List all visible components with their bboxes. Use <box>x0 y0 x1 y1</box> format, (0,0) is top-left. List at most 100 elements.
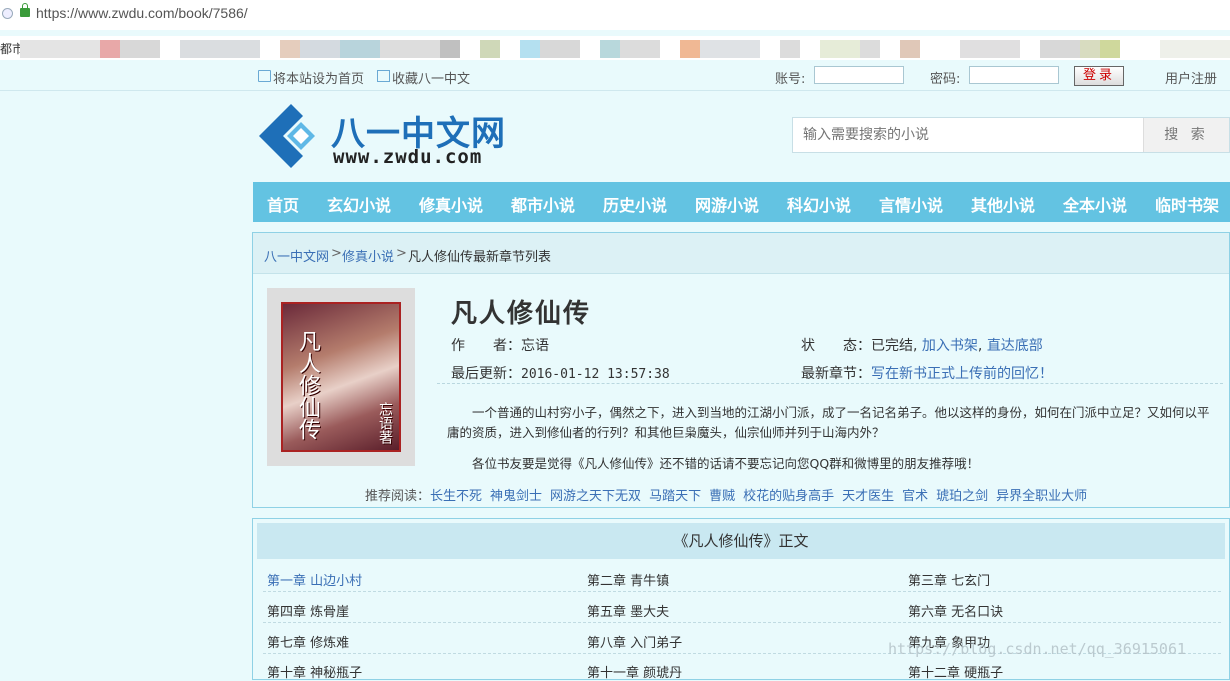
password-label: 密码: <box>930 72 961 87</box>
go-bottom-link[interactable]: 直达底部 <box>987 338 1043 354</box>
breadcrumb-separator: > <box>331 246 342 261</box>
add-to-shelf-link[interactable]: 加入书架 <box>922 338 978 354</box>
breadcrumb-current: 凡人修仙传最新章节列表 <box>408 250 552 265</box>
row-divider <box>263 622 1221 623</box>
nav-home[interactable]: 首页 <box>267 192 299 216</box>
chapter-link[interactable]: 第八章 入门弟子 <box>587 632 682 651</box>
nav-lishi[interactable]: 历史小说 <box>603 192 667 216</box>
status-line: 状 态：已完结, 加入书架, 直达底部 <box>801 335 1043 355</box>
password-input[interactable] <box>969 66 1059 84</box>
set-homepage-link[interactable]: 将本站设为首页 <box>273 68 364 87</box>
reload-icon[interactable] <box>2 8 13 19</box>
cover-image: 凡人修仙传 忘语著 <box>281 302 401 452</box>
blurred-bookmark <box>280 40 300 58</box>
bookmarks-bar: 都市 <box>0 36 1230 60</box>
url-text[interactable]: https://www.zwdu.com/book/7586/ <box>36 5 248 21</box>
lock-icon <box>20 3 30 17</box>
chapter-link[interactable]: 第六章 无名口诀 <box>908 601 1003 620</box>
chapter-link[interactable]: 第五章 墨大夫 <box>587 601 669 620</box>
recommend-item[interactable]: 网游之天下无双 <box>550 489 641 504</box>
author-label: 作 者： <box>451 338 521 354</box>
latest-label: 最新章节： <box>801 366 871 382</box>
status-label: 状 态： <box>801 338 871 354</box>
breadcrumb: 八一中文网 > 修真小说 > 凡人修仙传最新章节列表 <box>253 233 1229 274</box>
blurred-bookmark <box>100 40 120 58</box>
blurred-bookmark <box>120 40 160 58</box>
book-info-panel: 八一中文网 > 修真小说 > 凡人修仙传最新章节列表 凡人修仙传 忘语著 凡人修… <box>252 232 1230 508</box>
recommend-item[interactable]: 天才医生 <box>842 489 894 504</box>
recommend-item[interactable]: 官术 <box>902 489 928 504</box>
blurred-bookmark <box>860 40 880 58</box>
book-description: 一个普通的山村穷小子，偶然之下，进入到当地的江湖小门派，成了一名记名弟子。他以这… <box>447 405 1210 440</box>
account-input[interactable] <box>814 66 904 84</box>
cover-author: 忘语著 <box>377 402 393 444</box>
blurred-bookmark <box>620 40 660 58</box>
register-link[interactable]: 用户注册 <box>1165 68 1217 87</box>
recommend-item[interactable]: 神鬼剑士 <box>490 489 542 504</box>
latest-chapter-line: 最新章节：写在新书正式上传前的回忆！ <box>801 363 1053 383</box>
logo-c-icon <box>259 104 315 168</box>
row-divider <box>263 591 1221 592</box>
comma-separator: , <box>977 338 983 354</box>
search-input[interactable] <box>793 118 1153 150</box>
watermark: https://blog.csdn.net/qq_36915061 <box>888 640 1187 658</box>
chapter-link[interactable]: 第十章 神秘瓶子 <box>267 662 362 681</box>
author-name: 忘语 <box>521 338 549 354</box>
breadcrumb-separator: > <box>396 246 407 261</box>
status-value: 已完结, <box>871 338 918 354</box>
chapter-link[interactable]: 第十一章 颜琥丹 <box>587 662 682 681</box>
site-logo[interactable]: 八一中文网 www.zwdu.com <box>253 100 513 178</box>
book-title: 凡人修仙传 <box>451 299 592 329</box>
address-bar[interactable]: https://www.zwdu.com/book/7586/ <box>0 0 1230 30</box>
nav-kehuan[interactable]: 科幻小说 <box>787 192 851 216</box>
blurred-bookmark <box>1100 40 1120 58</box>
divider <box>437 383 1223 384</box>
folder-icon <box>377 70 390 82</box>
logo-url: www.zwdu.com <box>333 146 483 168</box>
recommend-item[interactable]: 曹贼 <box>709 489 735 504</box>
recommend-item[interactable]: 马踏天下 <box>649 489 701 504</box>
cover-title: 凡人修仙传 <box>295 330 320 440</box>
book-cover[interactable]: 凡人修仙传 忘语著 <box>267 288 415 466</box>
breadcrumb-home[interactable]: 八一中文网 <box>264 246 329 265</box>
nav-dushi[interactable]: 都市小说 <box>511 192 575 216</box>
blurred-bookmark <box>520 40 540 58</box>
blurred-bookmark <box>340 40 380 58</box>
blurred-bookmark <box>780 40 800 58</box>
recommend-item[interactable]: 长生不死 <box>430 489 482 504</box>
nav-xiuzhen[interactable]: 修真小说 <box>419 192 483 216</box>
login-button[interactable]: 登录 <box>1074 66 1124 86</box>
recommend-list: 推荐阅读：长生不死 神鬼剑士 网游之天下无双 马踏天下 曹贼 校花的贴身高手 天才医生 官术琥… <box>365 485 1087 504</box>
recommend-item[interactable]: 琥珀之剑 <box>936 489 988 504</box>
chapter-link[interactable]: 第四章 炼骨崖 <box>267 601 349 620</box>
recommend-item[interactable]: 校花的贴身高手 <box>743 489 834 504</box>
home-icon <box>258 70 271 82</box>
chapter-link[interactable]: 第十二章 硬瓶子 <box>908 662 1003 681</box>
nav-xuanhuan[interactable]: 玄幻小说 <box>327 192 391 216</box>
chapter-list-heading: 《凡人修仙传》正文 <box>257 523 1225 559</box>
recommend-message: 各位书友要是觉得《凡人修仙传》还不错的话请不要忘记向您QQ群和微博里的朋友推荐哦… <box>472 456 980 471</box>
blurred-bookmark <box>1080 40 1100 58</box>
blurred-bookmark <box>380 40 440 58</box>
nav-yanqing[interactable]: 言情小说 <box>879 192 943 216</box>
bookmark-site-link[interactable]: 收藏八一中文 <box>392 68 470 87</box>
nav-quanben[interactable]: 全本小说 <box>1063 192 1127 216</box>
chapter-link[interactable]: 第三章 七玄门 <box>908 570 990 589</box>
updated-label: 最后更新： <box>451 366 521 382</box>
recommend-item[interactable]: 异界全职业大师 <box>996 489 1087 504</box>
blurred-bookmark <box>700 40 760 58</box>
chapter-link[interactable]: 第七章 修炼难 <box>267 632 349 651</box>
main-nav: 首页 玄幻小说 修真小说 都市小说 历史小说 网游小说 科幻小说 言情小说 其他… <box>253 182 1230 222</box>
chapter-link[interactable]: 第一章 山边小村 <box>267 570 362 589</box>
nav-wangyou[interactable]: 网游小说 <box>695 192 759 216</box>
top-bar: 将本站设为首页 收藏八一中文 账号: 密码: 登录 用户注册 <box>0 62 1230 91</box>
nav-qita[interactable]: 其他小说 <box>971 192 1035 216</box>
account-label: 账号: <box>775 72 806 87</box>
breadcrumb-category[interactable]: 修真小说 <box>342 246 394 265</box>
nav-bookshelf[interactable]: 临时书架 <box>1155 192 1219 216</box>
search-button[interactable]: 搜 索 <box>1143 118 1229 152</box>
latest-chapter-link[interactable]: 写在新书正式上传前的回忆！ <box>871 366 1053 382</box>
chapter-link[interactable]: 第二章 青牛镇 <box>587 570 669 589</box>
blurred-bookmark <box>820 40 860 58</box>
updated-line: 最后更新：2016-01-12 13:57:38 <box>451 363 670 383</box>
